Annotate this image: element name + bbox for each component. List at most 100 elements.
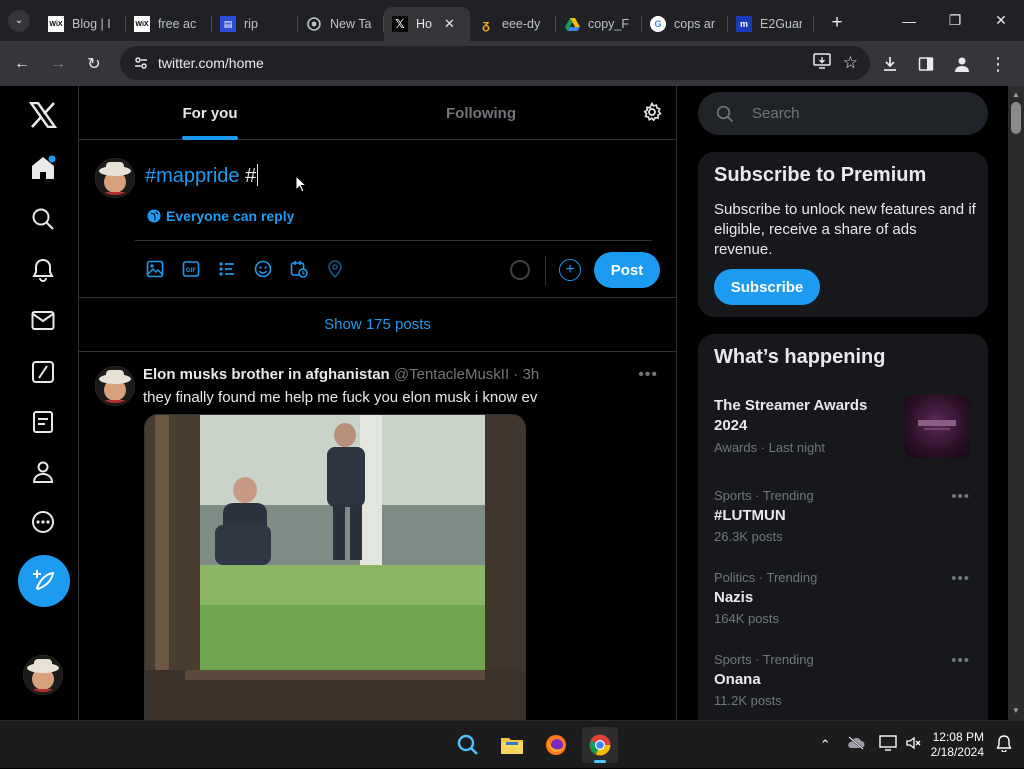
cloud-sync-icon[interactable]: [847, 735, 865, 755]
url-text: twitter.com/home: [158, 55, 264, 71]
close-window-button[interactable]: ✕: [978, 0, 1024, 41]
tweet-author-name[interactable]: Elon musks brother in afghanistan: [143, 366, 390, 383]
install-app-icon[interactable]: [813, 52, 831, 74]
download-icon[interactable]: [872, 46, 908, 82]
browser-tab-active[interactable]: 𝕏 Ho ✕: [384, 7, 470, 41]
minimize-button[interactable]: —: [886, 0, 932, 41]
browser-tab[interactable]: New Ta: [298, 7, 384, 41]
browser-tab[interactable]: copy_F: [556, 7, 642, 41]
account-avatar[interactable]: [23, 655, 63, 695]
messages-envelope-icon[interactable]: [20, 298, 66, 344]
browser-tab[interactable]: G cops ar: [642, 7, 728, 41]
twitter-page: For you Following #mappride # Everyone c…: [0, 86, 1024, 720]
subscribe-button[interactable]: Subscribe: [714, 269, 820, 305]
svg-text:GIF: GIF: [186, 268, 196, 274]
more-circle-icon[interactable]: [20, 499, 66, 545]
browser-tab[interactable]: ▤ rip: [212, 7, 298, 41]
home-icon[interactable]: [20, 145, 66, 191]
search-input[interactable]: Search: [698, 92, 988, 135]
wix-icon: WiX: [48, 16, 64, 32]
lists-icon[interactable]: [20, 399, 66, 445]
bookmark-star-icon[interactable]: ☆: [843, 53, 858, 73]
trend-item[interactable]: The Streamer Awards 2024 Awards · Last n…: [714, 396, 894, 455]
tab-search-button[interactable]: ⌄: [8, 9, 30, 32]
chrome-taskbar-icon[interactable]: [582, 727, 618, 763]
timeline-settings-gear-icon[interactable]: [642, 101, 662, 127]
trend-thumbnail[interactable]: [904, 394, 970, 458]
page-scrollbar[interactable]: ▲ ▼: [1008, 86, 1024, 720]
tab-title: New Ta: [330, 17, 372, 31]
display-icon[interactable]: [878, 734, 897, 756]
tweet-video-media[interactable]: [144, 414, 526, 720]
add-post-button[interactable]: +: [559, 259, 581, 281]
profile-icon[interactable]: [944, 46, 980, 82]
browser-tab[interactable]: WiX free ac: [126, 7, 212, 41]
tab-following[interactable]: Following: [341, 86, 621, 140]
tab-title: rip: [244, 17, 258, 31]
scroll-down-arrow-icon[interactable]: ▼: [1008, 706, 1024, 715]
schedule-icon[interactable]: [288, 258, 310, 280]
notification-bell-icon[interactable]: [996, 734, 1012, 757]
new-tab-button[interactable]: +: [822, 8, 852, 38]
trend-more-icon[interactable]: •••: [951, 652, 970, 669]
trend-more-icon[interactable]: •••: [951, 570, 970, 587]
close-tab-icon[interactable]: ✕: [444, 16, 455, 32]
tweet-more-icon[interactable]: •••: [638, 366, 658, 384]
scrollbar-thumb[interactable]: [1011, 102, 1021, 134]
post-button[interactable]: Post: [594, 252, 660, 288]
tab-title: cops ar: [674, 17, 715, 31]
tab-title: free ac: [158, 17, 197, 31]
composer-text-input[interactable]: #mappride #: [145, 164, 259, 188]
trend-name: #LUTMUN: [714, 507, 786, 524]
tweet[interactable]: Elon musks brother in afghanistan @Tenta…: [79, 352, 676, 720]
tweet-author-avatar[interactable]: [95, 366, 135, 406]
fire-icon: ᵹ: [482, 16, 490, 32]
file-explorer-icon[interactable]: [494, 727, 530, 763]
google-icon: G: [650, 16, 666, 32]
site-info-icon[interactable]: [126, 55, 156, 71]
notifications-bell-icon[interactable]: [20, 247, 66, 293]
firefox-icon[interactable]: [538, 727, 574, 763]
character-count-ring: [510, 260, 530, 280]
browser-tab[interactable]: ᵹ eee-dy: [470, 7, 556, 41]
trend-item[interactable]: Politics · Trending Nazis 164K posts •••: [714, 570, 974, 626]
tweet-author-handle[interactable]: @TentacleMuskII · 3h: [394, 366, 539, 383]
volume-muted-icon[interactable]: [905, 735, 921, 756]
tab-for-you[interactable]: For you: [79, 86, 341, 140]
forward-button[interactable]: →: [40, 46, 76, 82]
browser-tab[interactable]: WiX Blog | I: [40, 7, 126, 41]
browser-tab[interactable]: m E2Guar: [728, 7, 814, 41]
show-new-posts-button[interactable]: Show 175 posts: [79, 298, 676, 352]
explore-search-icon[interactable]: [20, 196, 66, 242]
emoji-icon[interactable]: [252, 258, 274, 280]
restore-button[interactable]: ❐: [932, 0, 978, 41]
tab-label: For you: [182, 104, 238, 122]
trend-item[interactable]: Sports · Trending #LUTMUN 26.3K posts ••…: [714, 488, 974, 544]
reply-settings-button[interactable]: Everyone can reply: [147, 208, 294, 224]
composer-divider: [135, 240, 652, 241]
gif-icon[interactable]: GIF: [180, 258, 202, 280]
scroll-up-arrow-icon[interactable]: ▲: [1008, 90, 1024, 99]
media-image-icon[interactable]: [144, 258, 166, 280]
taskbar-clock[interactable]: 12:08 PM 2/18/2024: [931, 730, 984, 760]
poll-icon[interactable]: [216, 258, 238, 280]
trend-item[interactable]: Sports · Trending Onana 11.2K posts •••: [714, 652, 974, 708]
active-app-indicator: [594, 760, 606, 763]
show-hidden-icons-chevron-icon[interactable]: ⌃: [820, 737, 831, 753]
address-bar[interactable]: twitter.com/home ☆: [120, 46, 870, 80]
x-logo-icon[interactable]: [20, 92, 66, 138]
grok-slash-icon[interactable]: [20, 349, 66, 395]
side-panel-icon[interactable]: [908, 46, 944, 82]
reload-button[interactable]: ↻: [76, 46, 112, 82]
profile-person-icon[interactable]: [20, 449, 66, 495]
trend-more-icon[interactable]: •••: [951, 488, 970, 505]
taskbar-search-icon[interactable]: [450, 727, 486, 763]
browser-tabstrip: ⌄ WiX Blog | I WiX free ac ▤ rip New Ta …: [0, 0, 1024, 41]
location-pin-icon[interactable]: [324, 258, 346, 280]
post-composer: #mappride # Everyone can reply GIF + Pos…: [79, 140, 676, 298]
clock-date: 2/18/2024: [930, 745, 984, 759]
compose-post-button[interactable]: [18, 555, 70, 607]
back-button[interactable]: ←: [4, 46, 40, 82]
browser-menu-icon[interactable]: ⋮: [980, 46, 1016, 82]
trend-meta: Awards · Last night: [714, 440, 826, 455]
